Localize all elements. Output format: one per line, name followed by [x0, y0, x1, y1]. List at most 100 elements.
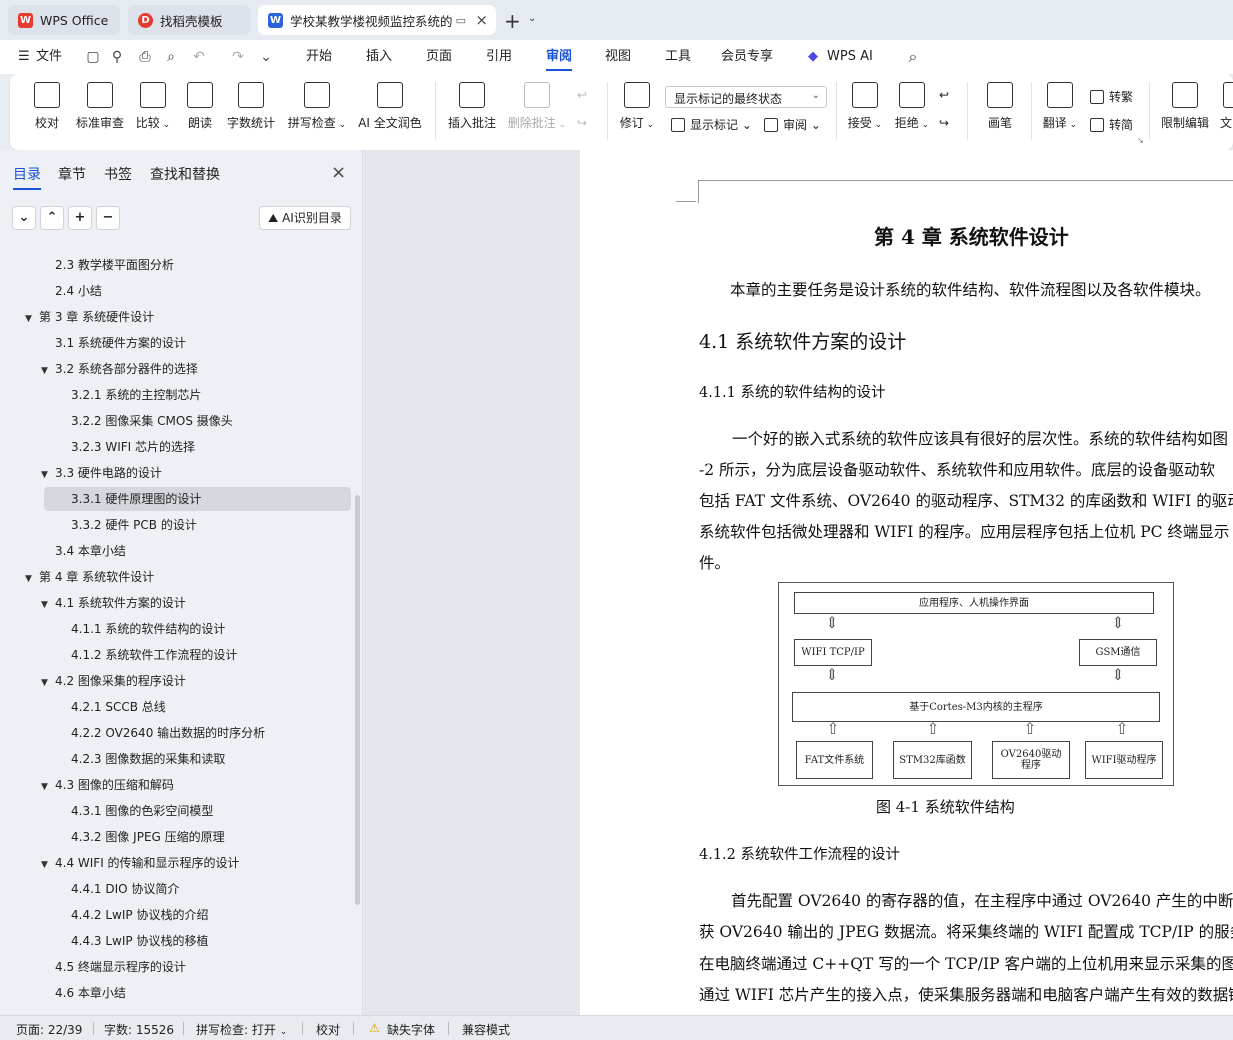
expand-triangle-icon[interactable]: ▼: [25, 307, 39, 331]
search-icon[interactable]: ⌕: [905, 49, 921, 65]
expand-triangle-icon[interactable]: ▼: [41, 775, 55, 799]
spell-check-status[interactable]: 拼写检查: 打开 ⌄: [196, 1021, 287, 1038]
toc-item[interactable]: 4.4.3 LwIP 协议栈的移植: [0, 929, 352, 953]
expand-all-button[interactable]: ⌄: [12, 206, 36, 230]
word-count-button[interactable]: 字数统计: [226, 82, 276, 131]
add-heading-button[interactable]: +: [68, 206, 92, 230]
toc-item[interactable]: ▼ 3.3 硬件电路的设计: [0, 461, 352, 485]
toc-item[interactable]: ▼ 4.2 图像采集的程序设计: [0, 669, 352, 693]
monitor-icon[interactable]: ▭: [456, 14, 466, 27]
proofread-status[interactable]: 校对: [316, 1021, 340, 1038]
missing-font-status[interactable]: 缺失字体: [387, 1021, 435, 1038]
prev-comment-icon[interactable]: ↩: [577, 88, 587, 102]
page-indicator[interactable]: 页面: 22/39: [16, 1021, 82, 1038]
menu-page[interactable]: 页面: [426, 40, 452, 74]
print-preview-icon[interactable]: ⌕: [163, 49, 179, 65]
toc-item[interactable]: ▼ 3.2 系统各部分器件的选择: [0, 357, 352, 381]
standard-review-button[interactable]: 标准审查: [75, 82, 125, 131]
nav-tab-find-replace[interactable]: 查找和替换: [150, 164, 220, 184]
toc-item[interactable]: ▼ 第 3 章 系统硬件设计: [0, 305, 352, 329]
menu-wps-ai[interactable]: WPS AI: [827, 40, 873, 74]
pen-button[interactable]: 画笔: [985, 82, 1015, 131]
toc-item[interactable]: ▼ 4.1 系统软件方案的设计: [0, 591, 352, 615]
toc-item[interactable]: 4.1.2 系统软件工作流程的设计: [0, 643, 352, 667]
menu-review[interactable]: 审阅: [546, 40, 573, 74]
to-simplified-button[interactable]: 转简: [1090, 116, 1133, 133]
compare-button[interactable]: 比较 ⌄: [134, 82, 172, 131]
toc-item[interactable]: 4.2.2 OV2640 输出数据的时序分析: [0, 721, 352, 745]
restrict-edit-button[interactable]: 限制编辑: [1160, 82, 1210, 131]
doc-compare-button[interactable]: 文: [1219, 82, 1233, 131]
remove-heading-button[interactable]: −: [96, 206, 120, 230]
word-count-status[interactable]: 字数: 15526: [104, 1021, 174, 1038]
toc-item[interactable]: 3.1 系统硬件方案的设计: [0, 331, 352, 355]
next-comment-icon[interactable]: ↪: [577, 116, 587, 130]
toc-item[interactable]: 4.5 终端显示程序的设计: [0, 955, 352, 979]
print-icon[interactable]: ⎙: [137, 49, 153, 65]
to-traditional-button[interactable]: 转繁: [1090, 88, 1133, 105]
toc-item[interactable]: 3.2.2 图像采集 CMOS 摄像头: [0, 409, 352, 433]
toc-item[interactable]: 4.4.2 LwIP 协议栈的介绍: [0, 903, 352, 927]
toc-item[interactable]: 3.3.1 硬件原理图的设计: [44, 487, 351, 511]
menu-tools[interactable]: 工具: [665, 40, 691, 74]
more-chevron-icon[interactable]: ⌄: [258, 49, 274, 65]
toc-item[interactable]: ▼ 4.4 WIFI 的传输和显示程序的设计: [0, 851, 352, 875]
nav-tab-bookmarks[interactable]: 书签: [104, 164, 132, 184]
toc-item[interactable]: 4.6 本章小结: [0, 981, 352, 1005]
prev-change-icon[interactable]: ↩: [939, 88, 949, 102]
markup-state-select[interactable]: 显示标记的最终状态 ⌄: [665, 86, 827, 108]
redo-icon[interactable]: ↷: [230, 49, 246, 65]
toc-item[interactable]: 3.2.1 系统的主控制芯片: [0, 383, 352, 407]
chevron-down-icon[interactable]: ⌄: [528, 13, 536, 24]
menu-home[interactable]: 开始: [306, 40, 332, 74]
expand-triangle-icon[interactable]: ▼: [41, 463, 55, 487]
menu-membership[interactable]: 会员专享: [721, 40, 773, 74]
tab-template[interactable]: D 找稻壳模板: [128, 5, 251, 35]
menu-view[interactable]: 视图: [605, 40, 631, 74]
export-icon[interactable]: ⚲: [109, 49, 125, 65]
toc-item[interactable]: 4.2.1 SCCB 总线: [0, 695, 352, 719]
toc-item[interactable]: 4.2.3 图像数据的采集和读取: [0, 747, 352, 771]
new-tab-icon[interactable]: +: [504, 9, 521, 33]
undo-icon[interactable]: ↶: [191, 49, 207, 65]
collapse-all-button[interactable]: ⌃: [40, 206, 64, 230]
tab-document[interactable]: W 学校某教学楼视频监控系统的 ▭ ×: [258, 5, 496, 35]
save-icon[interactable]: ▢: [85, 49, 101, 65]
hamburger-icon[interactable]: ☰: [18, 40, 30, 74]
nav-tab-sections[interactable]: 章节: [58, 164, 86, 184]
toc-item[interactable]: 3.2.3 WIFI 芯片的选择: [0, 435, 352, 459]
reject-button[interactable]: 拒绝 ⌄: [894, 82, 930, 131]
insert-comment-button[interactable]: 插入批注: [447, 82, 497, 131]
software-structure-figure[interactable]: 应用程序、人机操作界面 ⇕ ⇕ WIFI TCP/IP GSM通信 ⇕ ⇕ 基于…: [778, 582, 1174, 786]
scrollbar[interactable]: [355, 495, 360, 905]
expand-triangle-icon[interactable]: ▼: [41, 671, 55, 695]
expand-triangle-icon[interactable]: ▼: [25, 567, 39, 591]
read-aloud-button[interactable]: 朗读: [185, 82, 215, 131]
menu-insert[interactable]: 插入: [366, 40, 392, 74]
expand-group-icon[interactable]: ↘: [1137, 136, 1144, 145]
track-changes-button[interactable]: 修订 ⌄: [618, 82, 656, 131]
proofread-button[interactable]: 校对: [32, 82, 62, 131]
spell-check-button[interactable]: 拼写检查 ⌄: [287, 82, 347, 131]
ai-polish-button[interactable]: AI 全文润色: [356, 82, 424, 131]
accept-button[interactable]: 接受 ⌄: [847, 82, 883, 131]
toc-item[interactable]: 4.3.2 图像 JPEG 压缩的原理: [0, 825, 352, 849]
toc-item[interactable]: ▼ 4.3 图像的压缩和解码: [0, 773, 352, 797]
expand-triangle-icon[interactable]: ▼: [41, 359, 55, 383]
toc-item[interactable]: 3.3.2 硬件 PCB 的设计: [0, 513, 352, 537]
ai-toc-button[interactable]: ⛰ AI识别目录: [259, 206, 351, 230]
translate-button[interactable]: 翻译 ⌄: [1042, 82, 1078, 131]
expand-triangle-icon[interactable]: ▼: [41, 593, 55, 617]
tab-wps-office[interactable]: W WPS Office: [8, 5, 120, 35]
show-markup-button[interactable]: 显示标记 ⌄: [671, 116, 752, 133]
nav-tab-toc[interactable]: 目录: [13, 164, 41, 190]
toc-item[interactable]: 2.3 教学楼平面图分析: [0, 253, 352, 277]
menu-reference[interactable]: 引用: [486, 40, 512, 74]
toc-item[interactable]: 3.4 本章小结: [0, 539, 352, 563]
toc-item[interactable]: 2.4 小结: [0, 279, 352, 303]
delete-comment-button[interactable]: 删除批注 ⌄: [507, 82, 567, 131]
close-icon[interactable]: ×: [331, 162, 346, 183]
toc-item[interactable]: 4.4.1 DIO 协议简介: [0, 877, 352, 901]
document-page[interactable]: 第 4 章 系统软件设计 本章的主要任务是设计系统的软件结构、软件流程图以及各软…: [580, 150, 1233, 1015]
menu-file[interactable]: 文件: [36, 40, 62, 74]
